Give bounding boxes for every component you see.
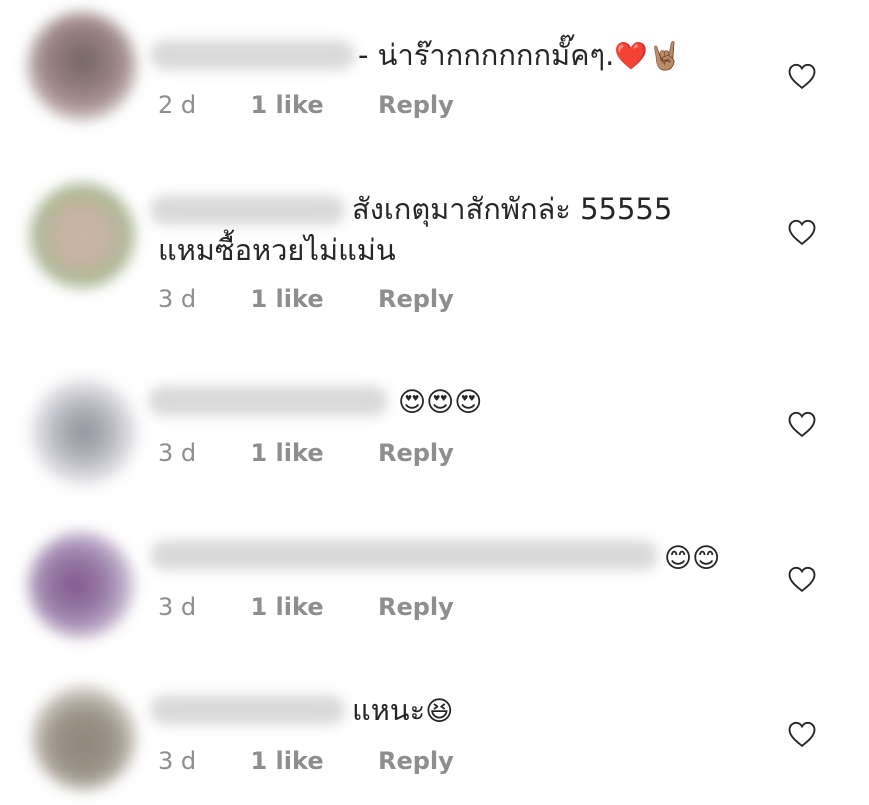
comment-age: 3 d xyxy=(158,439,197,467)
reply-button[interactable]: Reply xyxy=(378,593,454,621)
comment-meta: 3 d 1 like Reply xyxy=(158,285,454,313)
reply-button[interactable]: Reply xyxy=(378,747,454,775)
reply-button[interactable]: Reply xyxy=(378,439,454,467)
comment-age: 3 d xyxy=(158,593,197,621)
comment-text-line: แหนะ xyxy=(352,693,426,727)
like-count[interactable]: 1 like xyxy=(251,747,324,775)
avatar[interactable] xyxy=(30,378,138,486)
avatar[interactable] xyxy=(28,12,136,120)
like-count[interactable]: 1 like xyxy=(251,285,324,313)
comment-text-line: สังเกตุมาสักพักล่ะ 55555 xyxy=(352,192,673,226)
avatar[interactable] xyxy=(32,686,136,790)
comment-emoji: 😍😍😍 xyxy=(398,387,483,418)
comment-text: สังเกตุมาสักพักล่ะ 55555 xyxy=(352,189,672,229)
heart-outline-icon[interactable] xyxy=(787,62,817,90)
like-count[interactable]: 1 like xyxy=(251,439,324,467)
comment-meta: 3 d 1 like Reply xyxy=(158,439,454,467)
comment-text: 😍😍😍 xyxy=(398,381,482,423)
comment-age: 2 d xyxy=(158,91,197,119)
comment-text: แหนะ😆 xyxy=(352,690,453,732)
avatar[interactable] xyxy=(28,532,134,638)
comment-emoji: 😆 xyxy=(425,696,454,727)
reply-button[interactable]: Reply xyxy=(378,285,454,313)
heart-outline-icon[interactable] xyxy=(787,218,817,246)
comment-text: - น่าร๊ากกกกกกมั๊คๆ.❤️🤘🏽 xyxy=(358,35,682,77)
comment-emoji: ❤️🤘🏽 xyxy=(614,41,682,72)
username-blurred[interactable] xyxy=(148,386,388,416)
comment-text: 😊😊 xyxy=(664,537,720,579)
like-count[interactable]: 1 like xyxy=(251,91,324,119)
comment-meta: 3 d 1 like Reply xyxy=(158,747,454,775)
comment-age: 3 d xyxy=(158,747,197,775)
comment-text-line: แหมซื้อหวยไม่แม่น xyxy=(158,233,396,267)
username-blurred[interactable] xyxy=(150,540,658,570)
comment-text: แหมซื้อหวยไม่แม่น xyxy=(158,230,396,270)
comment-text-line: - น่าร๊ากกกกกกมั๊คๆ. xyxy=(358,38,615,72)
comment-emoji: 😊😊 xyxy=(664,543,721,574)
username-blurred[interactable] xyxy=(150,40,355,70)
comment-age: 3 d xyxy=(158,285,197,313)
comment-meta: 2 d 1 like Reply xyxy=(158,91,454,119)
username-blurred[interactable] xyxy=(150,695,345,725)
avatar[interactable] xyxy=(30,183,135,288)
comment-meta: 3 d 1 like Reply xyxy=(158,593,454,621)
heart-outline-icon[interactable] xyxy=(787,410,817,438)
heart-outline-icon[interactable] xyxy=(787,565,817,593)
reply-button[interactable]: Reply xyxy=(378,91,454,119)
like-count[interactable]: 1 like xyxy=(251,593,324,621)
heart-outline-icon[interactable] xyxy=(787,720,817,748)
username-blurred[interactable] xyxy=(150,195,345,225)
